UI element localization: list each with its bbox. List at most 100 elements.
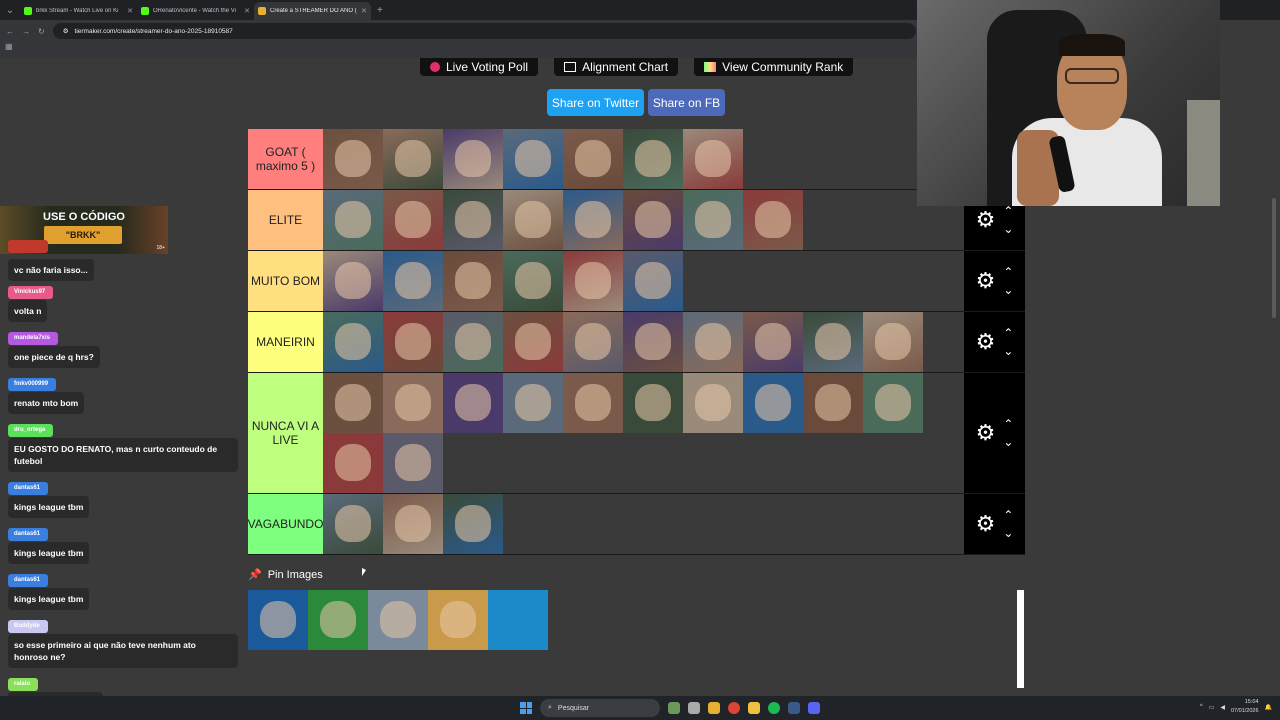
tab-search-icon[interactable]: ⌄ bbox=[0, 0, 20, 20]
tier-label[interactable]: NUNCA VI A LIVE bbox=[248, 373, 323, 493]
streamer-thumbnail[interactable] bbox=[443, 312, 503, 372]
browser-tab[interactable]: brkk Stream - Watch Live on Ki ✕ bbox=[20, 2, 137, 20]
unranked-thumbnail[interactable] bbox=[488, 590, 548, 650]
streamer-thumbnail[interactable] bbox=[323, 433, 383, 493]
unranked-thumbnail[interactable] bbox=[368, 590, 428, 650]
network-icon[interactable]: ▭ bbox=[1209, 704, 1215, 711]
streamer-thumbnail[interactable] bbox=[503, 129, 563, 189]
streamer-thumbnail[interactable] bbox=[503, 312, 563, 372]
volume-icon[interactable]: ◀ bbox=[1220, 704, 1225, 711]
close-tab-icon[interactable]: ✕ bbox=[127, 7, 133, 15]
chrome-icon[interactable] bbox=[728, 702, 740, 714]
close-tab-icon[interactable]: ✕ bbox=[244, 7, 250, 15]
alignment-chart-button[interactable]: Alignment Chart bbox=[554, 58, 679, 76]
streamer-thumbnail[interactable] bbox=[683, 129, 743, 189]
notification-icon[interactable]: 🔔 bbox=[1265, 704, 1272, 711]
chat-username[interactable]: dru_ortega bbox=[8, 424, 54, 437]
streamer-thumbnail[interactable] bbox=[623, 129, 683, 189]
chat-username[interactable]: mandela7xis bbox=[8, 332, 59, 345]
move-up-icon[interactable]: ⌃ bbox=[1003, 205, 1013, 217]
streamer-thumbnail[interactable] bbox=[623, 373, 683, 433]
back-icon[interactable]: ← bbox=[6, 27, 14, 36]
streamer-thumbnail[interactable] bbox=[563, 373, 623, 433]
chat-username[interactable]: dantas61 bbox=[8, 482, 49, 495]
clock[interactable]: 15:04 07/01/2026 bbox=[1231, 698, 1259, 716]
pool-scrollbar[interactable] bbox=[1017, 590, 1024, 688]
site-info-icon[interactable]: ⚙ bbox=[63, 27, 69, 35]
community-rank-button[interactable]: View Community Rank bbox=[694, 58, 854, 76]
move-up-icon[interactable]: ⌃ bbox=[1003, 266, 1013, 278]
streamer-thumbnail[interactable] bbox=[563, 190, 623, 250]
streamer-thumbnail[interactable] bbox=[683, 190, 743, 250]
taskbar-search[interactable]: ⌕ Pesquisar bbox=[540, 699, 660, 717]
streamer-thumbnail[interactable] bbox=[563, 251, 623, 311]
forward-icon[interactable]: → bbox=[22, 27, 30, 36]
streamer-thumbnail[interactable] bbox=[683, 312, 743, 372]
app-icon[interactable] bbox=[788, 702, 800, 714]
move-down-icon[interactable]: ⌄ bbox=[1003, 345, 1013, 357]
streamer-thumbnail[interactable] bbox=[743, 373, 803, 433]
streamer-thumbnail[interactable] bbox=[563, 129, 623, 189]
move-up-icon[interactable]: ⌃ bbox=[1003, 327, 1013, 339]
live-voting-button[interactable]: Live Voting Poll bbox=[420, 58, 539, 76]
gear-icon[interactable]: ⚙ bbox=[976, 209, 996, 231]
url-field[interactable]: ⚙ tiermaker.com/create/streamer-do-ano-2… bbox=[52, 23, 916, 39]
streamer-thumbnail[interactable] bbox=[503, 251, 563, 311]
tier-label[interactable]: GOAT ( maximo 5 ) bbox=[248, 129, 323, 189]
streamer-thumbnail[interactable] bbox=[383, 433, 443, 493]
unranked-thumbnail[interactable] bbox=[248, 590, 308, 650]
windows-start-icon[interactable] bbox=[520, 702, 532, 714]
file-explorer-icon[interactable] bbox=[708, 702, 720, 714]
pin-images[interactable]: 📌 Pin Images bbox=[248, 568, 323, 582]
streamer-thumbnail[interactable] bbox=[383, 494, 443, 554]
streamer-thumbnail[interactable] bbox=[743, 312, 803, 372]
streamer-thumbnail[interactable] bbox=[383, 312, 443, 372]
browser-tab-active[interactable]: Create a STREAMER DO ANO ( ✕ bbox=[254, 2, 371, 20]
streamer-thumbnail[interactable] bbox=[323, 251, 383, 311]
streamer-thumbnail[interactable] bbox=[863, 312, 923, 372]
streamer-thumbnail[interactable] bbox=[743, 190, 803, 250]
tier-label[interactable]: ELITE bbox=[248, 190, 323, 250]
streamer-thumbnail[interactable] bbox=[503, 373, 563, 433]
streamer-thumbnail[interactable] bbox=[443, 190, 503, 250]
task-view-icon[interactable] bbox=[688, 702, 700, 714]
move-down-icon[interactable]: ⌄ bbox=[1003, 284, 1013, 296]
tier-label[interactable]: VAGABUNDO bbox=[248, 494, 323, 554]
new-tab-icon[interactable]: + bbox=[377, 5, 383, 16]
share-fb-button[interactable]: Share on FB bbox=[648, 89, 725, 116]
streamer-thumbnail[interactable] bbox=[323, 494, 383, 554]
gear-icon[interactable]: ⚙ bbox=[976, 513, 996, 535]
browser-tab[interactable]: ORenatoVicente - Watch the Vi ✕ bbox=[137, 2, 254, 20]
streamer-thumbnail[interactable] bbox=[623, 190, 683, 250]
move-up-icon[interactable]: ⌃ bbox=[1003, 418, 1013, 430]
move-down-icon[interactable]: ⌄ bbox=[1003, 223, 1013, 235]
reload-icon[interactable]: ↻ bbox=[38, 27, 45, 36]
streamer-thumbnail[interactable] bbox=[623, 251, 683, 311]
streamer-thumbnail[interactable] bbox=[383, 190, 443, 250]
unranked-thumbnail[interactable] bbox=[428, 590, 488, 650]
spotify-icon[interactable] bbox=[768, 702, 780, 714]
streamer-thumbnail[interactable] bbox=[383, 251, 443, 311]
streamer-thumbnail[interactable] bbox=[443, 494, 503, 554]
streamer-thumbnail[interactable] bbox=[443, 373, 503, 433]
folder-icon[interactable] bbox=[748, 702, 760, 714]
move-up-icon[interactable]: ⌃ bbox=[1003, 509, 1013, 521]
streamer-thumbnail[interactable] bbox=[503, 190, 563, 250]
share-twitter-button[interactable]: Share on Twitter bbox=[547, 89, 644, 116]
tray-chevron-icon[interactable]: ^ bbox=[1200, 704, 1203, 710]
gear-icon[interactable]: ⚙ bbox=[976, 331, 996, 353]
vertical-scrollbar[interactable] bbox=[1272, 198, 1276, 318]
close-tab-icon[interactable]: ✕ bbox=[361, 7, 367, 15]
gear-icon[interactable]: ⚙ bbox=[976, 422, 996, 444]
streamer-thumbnail[interactable] bbox=[863, 373, 923, 433]
move-down-icon[interactable]: ⌄ bbox=[1003, 436, 1013, 448]
streamer-thumbnail[interactable] bbox=[323, 312, 383, 372]
unranked-thumbnail[interactable] bbox=[308, 590, 368, 650]
streamer-thumbnail[interactable] bbox=[563, 312, 623, 372]
gear-icon[interactable]: ⚙ bbox=[976, 270, 996, 292]
tier-label[interactable]: MANEIRIN bbox=[248, 312, 323, 372]
streamer-thumbnail[interactable] bbox=[323, 373, 383, 433]
widgets-icon[interactable] bbox=[668, 702, 680, 714]
streamer-thumbnail[interactable] bbox=[323, 190, 383, 250]
streamer-thumbnail[interactable] bbox=[623, 312, 683, 372]
